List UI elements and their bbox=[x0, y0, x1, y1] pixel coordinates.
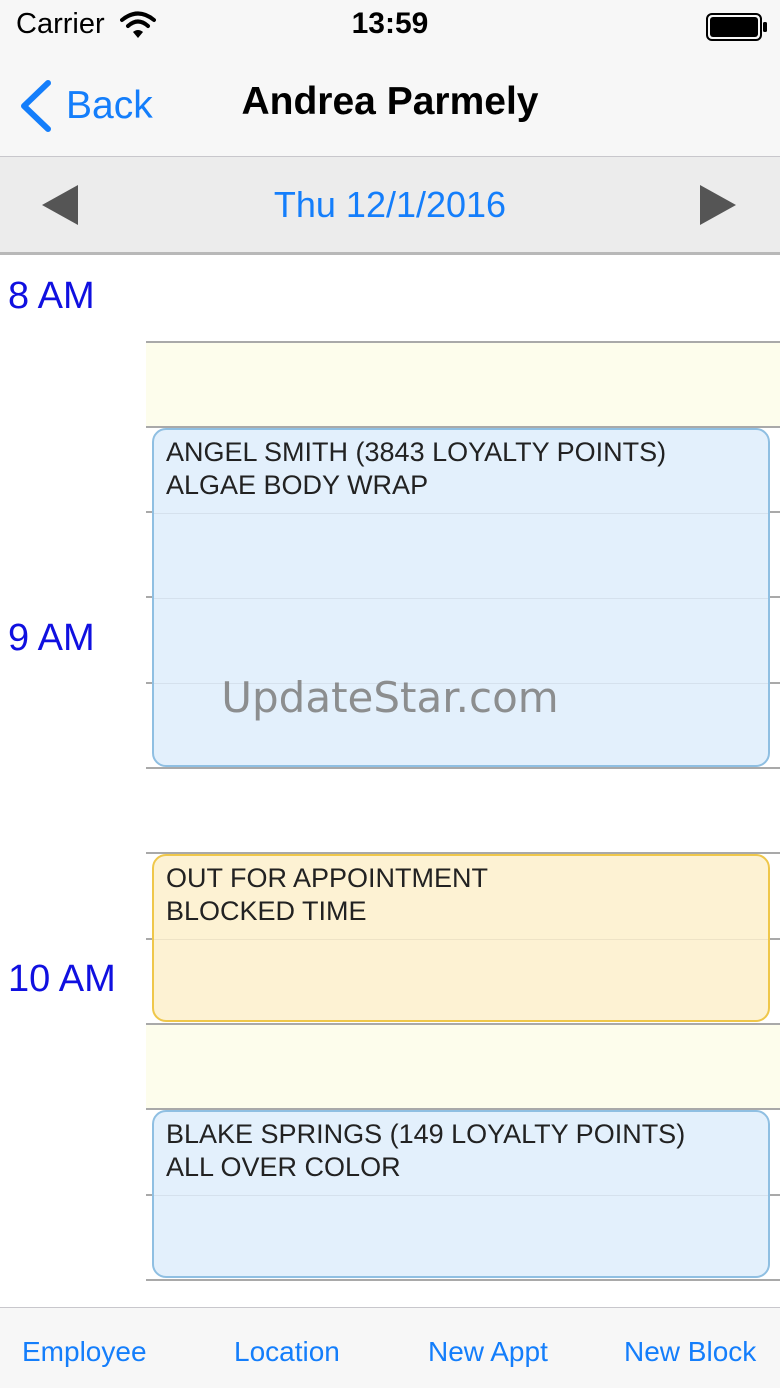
employee-button[interactable]: Employee bbox=[22, 1336, 147, 1368]
bottom-toolbar: Employee Location New Appt New Block bbox=[0, 1307, 780, 1388]
new-appt-button[interactable]: New Appt bbox=[428, 1336, 548, 1368]
slot-divider bbox=[154, 513, 768, 514]
date-bar: Thu 12/1/2016 bbox=[0, 157, 780, 255]
open-slot[interactable] bbox=[146, 341, 780, 426]
appointment-service: ALL OVER COLOR bbox=[166, 1152, 401, 1182]
battery-icon bbox=[706, 13, 767, 41]
blocked-time-text: OUT FOR APPOINTMENT BLOCKED TIME bbox=[166, 862, 488, 928]
watermark: UpdateStar.com bbox=[221, 673, 559, 722]
back-label: Back bbox=[66, 84, 153, 127]
appointment-text: ANGEL SMITH (3843 LOYALTY POINTS) ALGAE … bbox=[166, 436, 666, 502]
new-block-button[interactable]: New Block bbox=[624, 1336, 756, 1368]
slot-divider bbox=[154, 598, 768, 599]
next-day-triangle-icon[interactable] bbox=[698, 185, 738, 225]
appointment-text: BLAKE SPRINGS (149 LOYALTY POINTS) ALL O… bbox=[166, 1118, 685, 1184]
appointment-service: ALGAE BODY WRAP bbox=[166, 470, 429, 500]
appointment-client: BLAKE SPRINGS (149 LOYALTY POINTS) bbox=[166, 1119, 686, 1149]
status-time: 13:59 bbox=[351, 7, 429, 40]
slot-divider bbox=[146, 341, 780, 343]
hour-label-10am: 10 AM bbox=[8, 958, 116, 1000]
hour-label-9am: 9 AM bbox=[8, 617, 95, 659]
appointment-card[interactable]: BLAKE SPRINGS (149 LOYALTY POINTS) ALL O… bbox=[152, 1110, 770, 1278]
slot-divider bbox=[146, 1023, 780, 1025]
date-label[interactable]: Thu 12/1/2016 bbox=[0, 184, 780, 226]
slot-divider bbox=[154, 1195, 768, 1196]
blocked-time-label: BLOCKED TIME bbox=[166, 896, 367, 926]
slot-divider bbox=[146, 767, 780, 769]
blocked-time-reason: OUT FOR APPOINTMENT bbox=[166, 863, 489, 893]
open-slot[interactable] bbox=[146, 1024, 780, 1109]
location-button[interactable]: Location bbox=[234, 1336, 340, 1368]
back-button[interactable]: Back bbox=[18, 78, 153, 134]
back-chevron-icon bbox=[21, 80, 51, 132]
slot-divider bbox=[154, 939, 768, 940]
slot-divider bbox=[146, 1279, 780, 1281]
navigation-bar: Andrea Parmely Back bbox=[0, 58, 780, 157]
blocked-time-card[interactable]: OUT FOR APPOINTMENT BLOCKED TIME bbox=[152, 854, 770, 1022]
hour-label-8am: 8 AM bbox=[8, 275, 95, 317]
appointment-client: ANGEL SMITH (3843 LOYALTY POINTS) bbox=[166, 437, 667, 467]
day-schedule[interactable]: 8 AM 9 AM 10 AM ANGEL SMITH (3843 LOYALT… bbox=[0, 255, 780, 1307]
status-bar: Carrier 13:59 bbox=[0, 0, 780, 58]
